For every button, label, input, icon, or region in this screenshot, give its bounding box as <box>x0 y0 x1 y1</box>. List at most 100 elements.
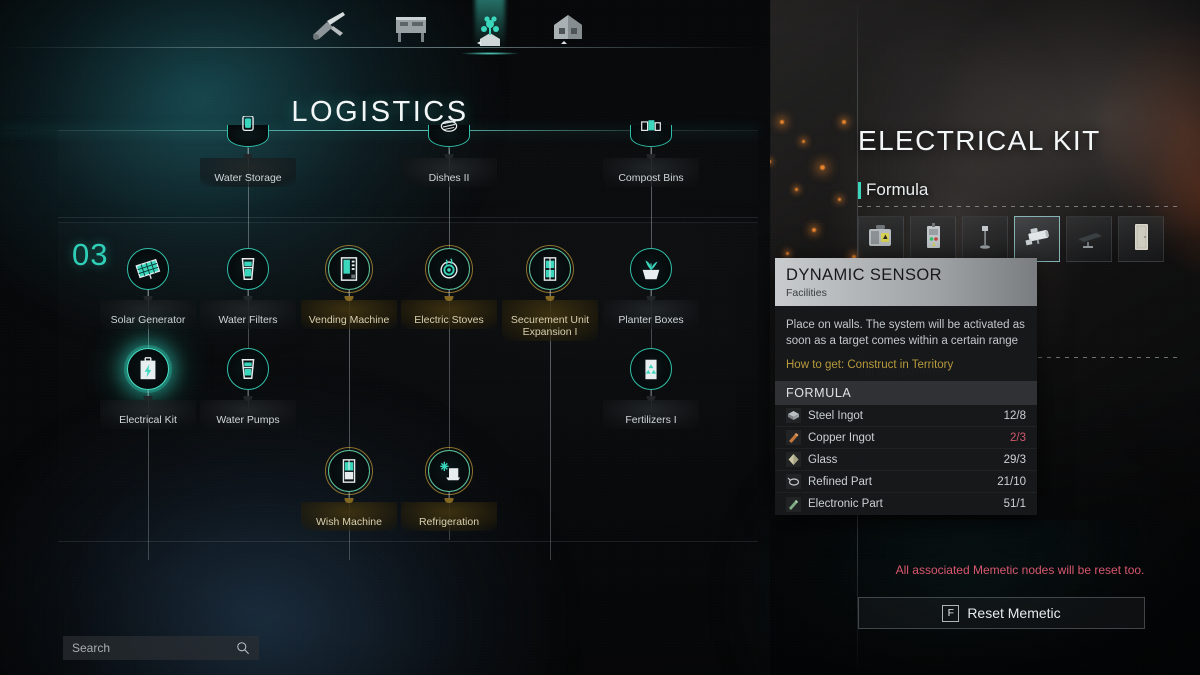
formula-accent-bar <box>858 181 861 199</box>
tech-node-solar-generator[interactable]: Solar Generator <box>100 248 196 329</box>
tech-node-electric-stoves[interactable]: Electric Stoves <box>401 245 497 329</box>
formula-label: Formula <box>866 180 929 199</box>
fertilizer-icon <box>638 356 664 382</box>
node-label-notch <box>444 296 454 301</box>
water-storage-icon <box>237 115 259 132</box>
tech-tree: 03 Water Storage Dishes II Compost Bins <box>0 0 775 675</box>
key-hint: F <box>942 604 960 622</box>
node-label: Water Storage <box>200 154 296 187</box>
formula-slot-list <box>858 216 1164 262</box>
tech-node-vending-machine[interactable]: Vending Machine <box>301 245 397 329</box>
material-name: Copper Ingot <box>808 431 875 444</box>
reset-memetic-button[interactable]: F Reset Memetic <box>858 597 1145 629</box>
node-circle <box>425 245 473 293</box>
stove-icon <box>436 256 462 282</box>
node-circle <box>127 348 169 390</box>
material-row: Refined Part 21/10 <box>775 471 1037 493</box>
material-quantity: 21/10 <box>997 475 1026 488</box>
tech-node-electrical-kit[interactable]: Electrical Kit <box>100 348 196 429</box>
electrical-kit-icon <box>135 356 161 382</box>
formula-slot-floor-lamp[interactable] <box>962 216 1008 262</box>
tech-node-compost-bins[interactable]: Compost Bins <box>603 120 699 187</box>
material-row: Electronic Part 51/1 <box>775 493 1037 515</box>
tech-node-water-pumps[interactable]: Water Pumps <box>200 348 296 429</box>
node-label: Electric Stoves <box>401 296 497 329</box>
securement-unit-icon <box>537 256 563 282</box>
node-circle <box>227 115 269 147</box>
tooltip-how-to-get: How to get: Construct in Territory <box>786 359 954 371</box>
solar-panel-icon <box>135 256 161 282</box>
tech-node-securement-unit[interactable]: Securement Unit Expansion I <box>502 245 598 341</box>
tech-node-fertilizers-i[interactable]: Fertilizers I <box>603 348 699 429</box>
node-label: Water Filters <box>200 296 296 329</box>
dishes-icon <box>438 116 460 132</box>
node-circle <box>630 348 672 390</box>
tooltip-body: Place on walls. The system will be activ… <box>775 306 1037 381</box>
refined-part-icon <box>786 474 801 489</box>
node-circle <box>428 120 470 147</box>
node-circle <box>630 248 672 290</box>
material-name: Refined Part <box>808 475 872 488</box>
node-label: Electrical Kit <box>100 396 196 429</box>
node-label-notch <box>143 296 153 301</box>
tooltip-item-name: DYNAMIC SENSOR <box>786 266 942 284</box>
node-circle <box>227 248 269 290</box>
vending-machine-icon <box>336 256 362 282</box>
tooltip-description: Place on walls. The system will be activ… <box>786 319 1025 347</box>
water-pump-icon <box>235 356 261 382</box>
compost-icon <box>640 116 662 132</box>
refrigeration-icon <box>436 458 462 484</box>
glass-icon <box>786 452 801 467</box>
material-row: Glass 29/3 <box>775 449 1037 471</box>
node-label: Vending Machine <box>301 296 397 329</box>
node-label-notch <box>444 498 454 503</box>
search-placeholder: Search <box>72 641 111 655</box>
node-circle <box>127 248 169 290</box>
formula-slot-security-camera[interactable] <box>1014 216 1060 262</box>
node-label-notch <box>545 296 555 301</box>
node-label-notch <box>344 498 354 503</box>
material-quantity: 12/8 <box>1003 409 1026 422</box>
node-circle <box>630 120 672 147</box>
divider-top <box>858 206 1178 207</box>
material-name: Electronic Part <box>808 498 883 510</box>
tech-node-water-filters[interactable]: Water Filters <box>200 248 296 329</box>
formula-slot-generator-box[interactable] <box>858 216 904 262</box>
formula-slot-pressure-plate[interactable] <box>1066 216 1112 262</box>
material-quantity: 51/1 <box>1003 498 1026 510</box>
node-circle <box>325 447 373 495</box>
tech-node-planter-boxes[interactable]: Planter Boxes <box>603 248 699 329</box>
formula-slot-wall-panel[interactable] <box>1118 216 1164 262</box>
tooltip-header: DYNAMIC SENSOR Facilities <box>775 258 1037 306</box>
water-filter-icon <box>235 256 261 282</box>
generator-box-icon <box>864 222 898 257</box>
node-label-notch <box>243 396 253 401</box>
tech-node-wish-machine[interactable]: Wish Machine <box>301 447 397 531</box>
node-label: Dishes II <box>401 154 497 187</box>
node-circle <box>526 245 574 293</box>
node-label-notch <box>243 296 253 301</box>
node-circle <box>227 348 269 390</box>
tech-node-water-storage[interactable]: Water Storage <box>200 115 296 187</box>
reset-warning: All associated Memetic nodes will be res… <box>895 563 1145 577</box>
security-camera-icon <box>1020 222 1054 257</box>
node-label: Wish Machine <box>301 498 397 531</box>
item-title: ELECTRICAL KIT <box>858 125 1101 156</box>
node-label-notch <box>444 154 454 159</box>
material-name: Glass <box>808 453 838 466</box>
material-row: Copper Ingot 2/3 <box>775 427 1037 449</box>
formula-slot-fuse-box[interactable] <box>910 216 956 262</box>
item-tooltip: DYNAMIC SENSOR Facilities Place on walls… <box>775 258 1037 515</box>
material-quantity: 2/3 <box>1010 431 1026 444</box>
tech-node-refrigeration[interactable]: Refrigeration <box>401 447 497 531</box>
node-label: Water Pumps <box>200 396 296 429</box>
node-label: Planter Boxes <box>603 296 699 329</box>
copper-ingot-icon <box>786 430 801 445</box>
search-input[interactable]: Search <box>63 636 259 660</box>
tech-node-dishes-ii[interactable]: Dishes II <box>401 120 497 187</box>
wall-panel-icon <box>1124 222 1158 257</box>
material-quantity: 29/3 <box>1003 453 1026 466</box>
material-row: Steel Ingot 12/8 <box>775 405 1037 427</box>
node-circle <box>325 245 373 293</box>
formula-section-header: Formula <box>858 180 928 200</box>
